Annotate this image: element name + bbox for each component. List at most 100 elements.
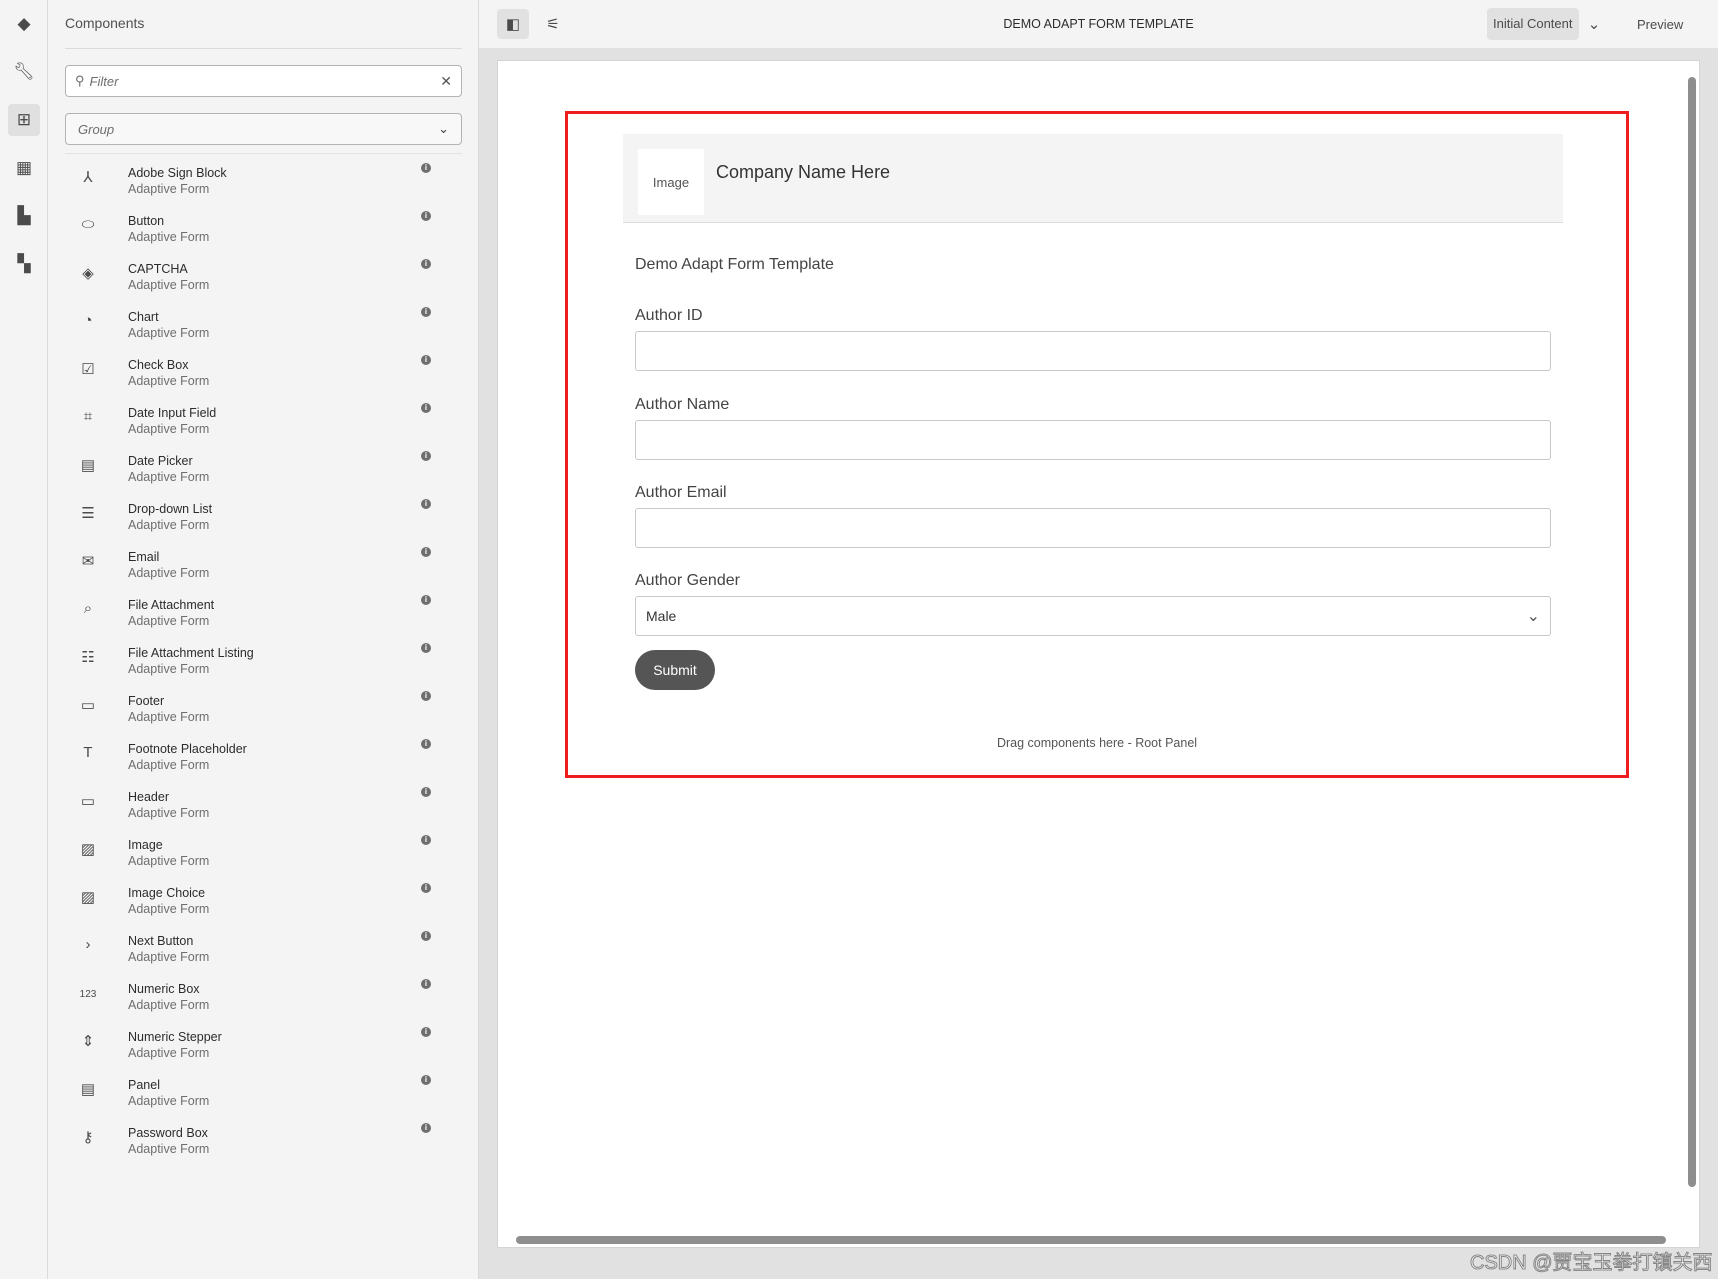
info-icon[interactable]: i — [421, 1123, 431, 1133]
list-item[interactable]: ▨ Image Choice Adaptive Form i — [65, 880, 445, 928]
info-icon[interactable]: i — [421, 547, 431, 557]
info-icon[interactable]: i — [421, 931, 431, 941]
wrench-icon[interactable]: 🔧︎ — [8, 56, 40, 88]
list-item[interactable]: ⌗ Date Input Field Adaptive Form i — [65, 400, 445, 448]
preview-button[interactable]: Preview — [1637, 17, 1683, 32]
list-item[interactable]: ☷ File Attachment Listing Adaptive Form … — [65, 640, 445, 688]
info-icon[interactable]: i — [421, 163, 431, 173]
clear-icon[interactable]: ✕ — [440, 73, 452, 90]
form-header: Image Company Name Here — [623, 134, 1563, 223]
initial-content-button[interactable]: Initial Content — [1487, 8, 1579, 40]
root-panel-selection[interactable]: Image Company Name Here Demo Adapt Form … — [565, 111, 1629, 778]
list-item[interactable]: › Next Button Adaptive Form i — [65, 928, 445, 976]
assets-icon[interactable]: ▦ — [8, 152, 40, 184]
form-title: Demo Adapt Form Template — [635, 256, 834, 273]
list-item[interactable]: ⇕ Numeric Stepper Adaptive Form i — [65, 1024, 445, 1072]
toggle-side-panel-icon[interactable]: ◧ — [497, 9, 529, 39]
author-name-input[interactable] — [635, 420, 1551, 460]
author-name-label: Author Name — [635, 396, 730, 413]
gender-value: Male — [646, 608, 677, 624]
list-item[interactable]: ◔ Chart Adaptive Form i — [65, 304, 445, 352]
layers-icon[interactable]: ◆ — [8, 8, 40, 40]
component-name: CAPTCHA — [128, 262, 188, 276]
add-component-icon[interactable]: ⊞ — [8, 104, 40, 136]
component-name: Image — [128, 838, 163, 852]
component-group: Adaptive Form — [128, 566, 210, 580]
editor-canvas: Image Company Name Here Demo Adapt Form … — [497, 60, 1700, 1248]
component-group: Adaptive Form — [128, 182, 210, 196]
component-name: Panel — [128, 1078, 160, 1092]
scroll-thumb[interactable] — [1688, 77, 1696, 1187]
component-icon: ☷ — [81, 649, 95, 666]
list-item[interactable]: ▭ Header Adaptive Form i — [65, 784, 445, 832]
list-item[interactable]: ▭ Footer Adaptive Form i — [65, 688, 445, 736]
info-icon[interactable]: i — [421, 595, 431, 605]
company-name: Company Name Here — [716, 162, 891, 182]
pdf-icon[interactable]: ▙ — [8, 200, 40, 232]
list-item[interactable]: ✉ Email Adaptive Form i — [65, 544, 445, 592]
component-icon: ▤ — [80, 457, 96, 474]
author-email-input[interactable] — [635, 508, 1551, 548]
list-item[interactable]: ◈ CAPTCHA Adaptive Form i — [65, 256, 445, 304]
component-group: Adaptive Form — [128, 422, 210, 436]
list-item[interactable]: ⬭ Button Adaptive Form i — [65, 208, 445, 256]
component-name: Chart — [128, 310, 159, 324]
chevron-down-icon: ⌄ — [1526, 608, 1540, 625]
list-item[interactable]: ⅄ Adobe Sign Block Adaptive Form i — [65, 160, 445, 208]
component-name: File Attachment Listing — [128, 646, 254, 660]
component-group: Adaptive Form — [128, 326, 210, 340]
info-icon[interactable]: i — [421, 1027, 431, 1037]
component-name: Button — [128, 214, 165, 228]
group-select[interactable]: Group ⌄ — [65, 113, 462, 145]
info-icon[interactable]: i — [421, 1075, 431, 1085]
info-icon[interactable]: i — [421, 643, 431, 653]
search-icon: ⚲ — [75, 73, 85, 88]
component-name: Next Button — [128, 934, 194, 948]
component-icon: ⅄ — [83, 169, 93, 186]
component-group: Adaptive Form — [128, 1094, 210, 1108]
canvas-horizontal-scrollbar[interactable] — [500, 1235, 1680, 1245]
component-name: Numeric Stepper — [128, 1030, 222, 1044]
list-item[interactable]: ▤ Panel Adaptive Form i — [65, 1072, 445, 1120]
list-item[interactable]: ⚷ Password Box Adaptive Form i — [65, 1120, 445, 1168]
component-group: Adaptive Form — [128, 806, 210, 820]
list-item[interactable]: ⌕ File Attachment Adaptive Form i — [65, 592, 445, 640]
list-item[interactable]: ☑ Check Box Adaptive Form i — [65, 352, 445, 400]
info-icon[interactable]: i — [421, 787, 431, 797]
component-group: Adaptive Form — [128, 854, 210, 868]
data-sources-icon[interactable]: ▚ — [8, 248, 40, 280]
author-email-label: Author Email — [635, 484, 727, 501]
scroll-thumb[interactable] — [516, 1236, 1666, 1244]
component-icon: ▭ — [80, 697, 96, 714]
author-gender-select[interactable]: Male ⌄ — [635, 596, 1551, 636]
info-icon[interactable]: i — [421, 835, 431, 845]
info-icon[interactable]: i — [421, 739, 431, 749]
info-icon[interactable]: i — [421, 211, 431, 221]
info-icon[interactable]: i — [421, 307, 431, 317]
page-properties-icon[interactable]: ⚟ — [537, 9, 569, 39]
info-icon[interactable]: i — [421, 883, 431, 893]
component-group: Adaptive Form — [128, 902, 210, 916]
filter-input[interactable]: ⚲ Filter ✕ — [65, 65, 462, 97]
list-item[interactable]: T Footnote Placeholder Adaptive Form i — [65, 736, 445, 784]
component-name: Footnote Placeholder — [128, 742, 247, 756]
component-icon: ⇕ — [81, 1033, 95, 1050]
info-icon[interactable]: i — [421, 259, 431, 269]
info-icon[interactable]: i — [421, 403, 431, 413]
info-icon[interactable]: i — [421, 355, 431, 365]
canvas-vertical-scrollbar[interactable] — [1687, 63, 1697, 1243]
submit-button[interactable]: Submit — [635, 650, 715, 690]
list-item[interactable]: ☰ Drop-down List Adaptive Form i — [65, 496, 445, 544]
info-icon[interactable]: i — [421, 499, 431, 509]
list-item[interactable]: ▤ Date Picker Adaptive Form i — [65, 448, 445, 496]
drop-zone-hint: Drag components here - Root Panel — [996, 736, 1198, 750]
list-item[interactable]: ▨ Image Adaptive Form i — [65, 832, 445, 880]
author-id-input[interactable] — [635, 331, 1551, 371]
info-icon[interactable]: i — [421, 691, 431, 701]
divider — [65, 48, 462, 49]
info-icon[interactable]: i — [421, 979, 431, 989]
chevron-down-icon[interactable]: ⌄ — [1578, 9, 1610, 39]
info-icon[interactable]: i — [421, 451, 431, 461]
component-icon: ⌗ — [83, 408, 93, 425]
list-item[interactable]: 123 Numeric Box Adaptive Form i — [65, 976, 445, 1024]
